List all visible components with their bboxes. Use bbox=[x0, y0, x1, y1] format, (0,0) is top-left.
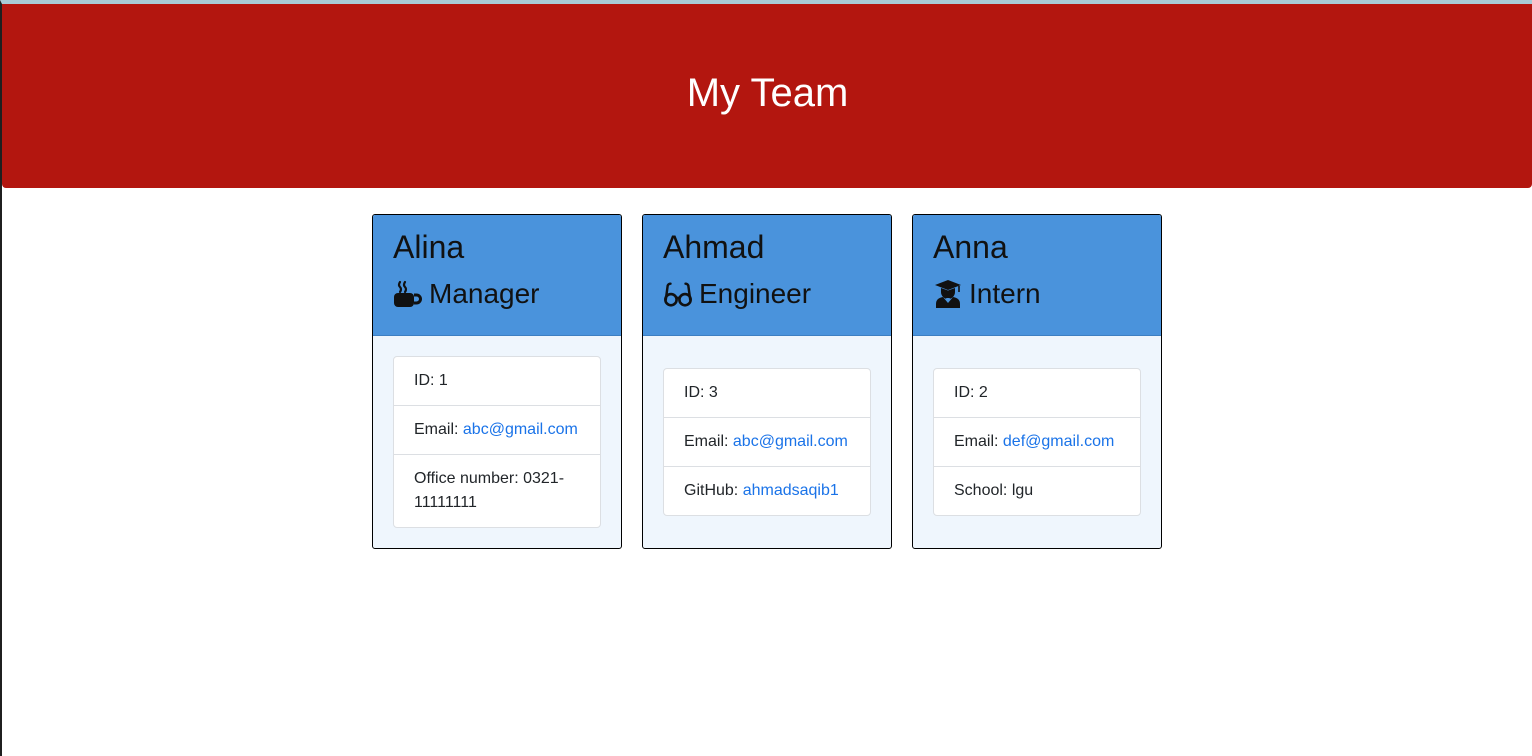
employee-name: Anna bbox=[933, 229, 1008, 265]
list-item-id: ID: 1 bbox=[394, 357, 600, 405]
glasses-icon bbox=[663, 279, 693, 309]
school-label: School: bbox=[954, 482, 1008, 499]
id-label: ID: bbox=[414, 372, 435, 389]
team-header: My Team bbox=[2, 4, 1532, 188]
card-header: Alina Manager bbox=[373, 215, 621, 336]
list-item-github: GitHub: ahmadsaqib1 bbox=[664, 466, 870, 515]
employee-details: ID: 2 Email: def@gmail.com School: lgu bbox=[933, 368, 1141, 516]
email-label: Email: bbox=[954, 433, 999, 450]
employee-card-intern: Anna Intern ID: 2 Email: def@gmail.com S… bbox=[912, 214, 1162, 549]
email-link[interactable]: abc@gmail.com bbox=[733, 433, 848, 450]
office-number-label: Office number: bbox=[414, 470, 519, 487]
graduate-icon bbox=[933, 279, 963, 309]
school-value: lgu bbox=[1011, 482, 1034, 499]
id-label: ID: bbox=[684, 384, 705, 401]
card-header: Anna Intern bbox=[913, 215, 1161, 336]
employee-card-manager: Alina Manager ID: 1 Email: abc@gmail.com… bbox=[372, 214, 622, 549]
card-header: Ahmad Engineer bbox=[643, 215, 891, 336]
mug-icon bbox=[393, 279, 423, 309]
list-item-office-number: Office number: 0321-11111111 bbox=[394, 454, 600, 527]
card-body: ID: 2 Email: def@gmail.com School: lgu bbox=[913, 336, 1161, 548]
list-item-email: Email: def@gmail.com bbox=[934, 417, 1140, 466]
employee-card-engineer: Ahmad Engineer ID: 3 Email: abc@gmail.co… bbox=[642, 214, 892, 549]
list-item-id: ID: 2 bbox=[934, 369, 1140, 417]
card-body: ID: 3 Email: abc@gmail.com GitHub: ahmad… bbox=[643, 336, 891, 548]
email-link[interactable]: abc@gmail.com bbox=[463, 421, 578, 438]
id-label: ID: bbox=[954, 384, 975, 401]
list-item-id: ID: 3 bbox=[664, 369, 870, 417]
email-link[interactable]: def@gmail.com bbox=[1003, 433, 1114, 450]
employee-role: Engineer bbox=[663, 277, 871, 311]
id-value: 3 bbox=[708, 384, 718, 401]
email-label: Email: bbox=[684, 433, 729, 450]
card-body: ID: 1 Email: abc@gmail.com Office number… bbox=[373, 336, 621, 548]
id-value: 1 bbox=[438, 372, 448, 389]
list-item-email: Email: abc@gmail.com bbox=[394, 405, 600, 454]
team-cards: Alina Manager ID: 1 Email: abc@gmail.com… bbox=[372, 214, 1162, 549]
employee-name: Ahmad bbox=[663, 229, 765, 265]
employee-role: Intern bbox=[933, 277, 1141, 311]
email-label: Email: bbox=[414, 421, 459, 438]
list-item-school: School: lgu bbox=[934, 466, 1140, 515]
employee-details: ID: 3 Email: abc@gmail.com GitHub: ahmad… bbox=[663, 368, 871, 516]
employee-role: Manager bbox=[393, 277, 601, 311]
id-value: 2 bbox=[978, 384, 988, 401]
role-label: Intern bbox=[969, 278, 1041, 309]
page-title: My Team bbox=[686, 71, 849, 115]
employee-name: Alina bbox=[393, 229, 465, 265]
github-link[interactable]: ahmadsaqib1 bbox=[743, 482, 839, 499]
role-label: Manager bbox=[429, 278, 540, 309]
employee-details: ID: 1 Email: abc@gmail.com Office number… bbox=[393, 356, 601, 528]
github-label: GitHub: bbox=[684, 482, 739, 499]
list-item-email: Email: abc@gmail.com bbox=[664, 417, 870, 466]
role-label: Engineer bbox=[699, 278, 812, 309]
